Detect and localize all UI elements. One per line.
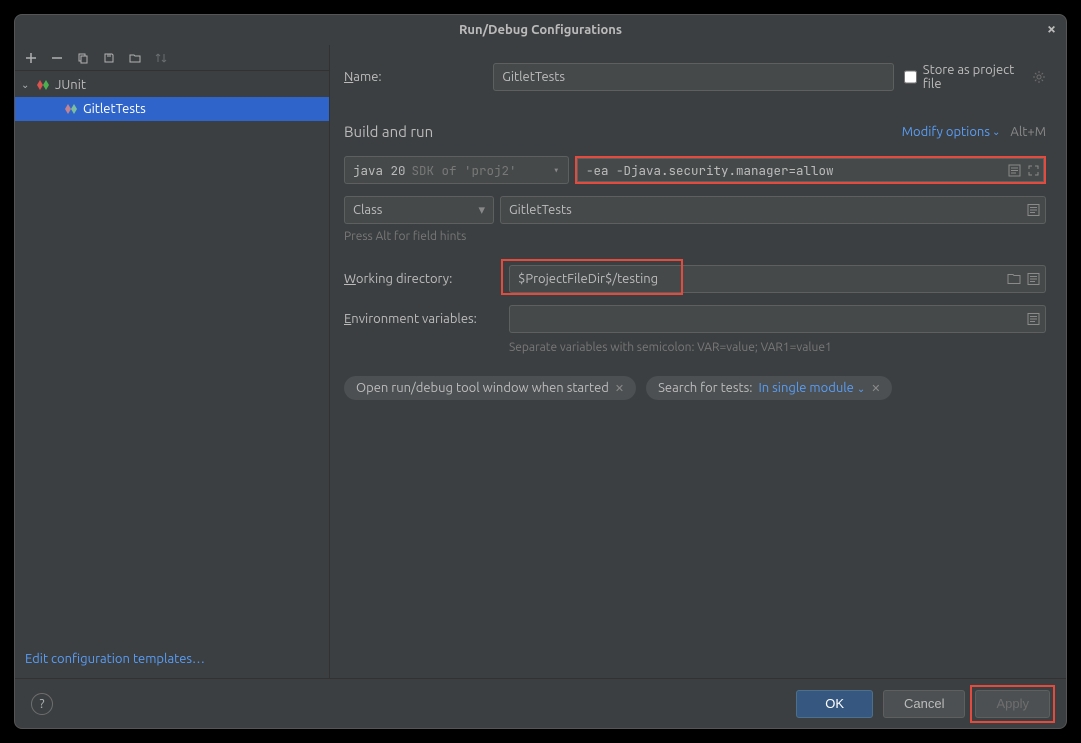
tag-search-tests[interactable]: Search for tests: In single module ⌄ ✕ (646, 376, 892, 400)
test-kind-select[interactable]: Class ▾ (344, 196, 494, 224)
env-vars-input[interactable] (509, 305, 1046, 333)
search-scope-link[interactable]: In single module ⌄ (758, 381, 865, 395)
save-icon[interactable] (101, 50, 117, 66)
caret-down-icon: ▾ (552, 162, 560, 179)
tree-item-label: GitletTests (83, 102, 146, 116)
junit-icon (63, 101, 79, 117)
sidebar: ⌄ JUnit GitletTests Edit configuration t… (15, 45, 330, 678)
vm-options-input[interactable] (577, 158, 1044, 182)
vm-options-highlight (575, 156, 1046, 184)
caret-down-icon: ▾ (478, 203, 485, 218)
run-debug-configurations-dialog: Run/Debug Configurations × ⌄ JUnit (14, 14, 1067, 729)
tag-open-tool-window[interactable]: Open run/debug tool window when started … (344, 376, 636, 400)
dialog-footer: ? OK Cancel Apply (15, 678, 1066, 728)
tree-item-gitlettests[interactable]: GitletTests (15, 97, 329, 121)
expand-field-icon[interactable] (1027, 204, 1040, 217)
store-checkbox[interactable] (904, 70, 917, 84)
edit-templates-link[interactable]: Edit configuration templates… (25, 652, 205, 666)
gear-icon[interactable] (1032, 70, 1046, 84)
folder-icon[interactable] (127, 50, 143, 66)
junit-icon (35, 77, 51, 93)
help-icon[interactable]: ? (31, 693, 53, 715)
config-form: Name: Store as project file Build and ru… (330, 45, 1066, 678)
fullscreen-icon[interactable] (1027, 164, 1040, 177)
remove-icon[interactable] (49, 50, 65, 66)
browse-folder-icon[interactable] (1007, 273, 1021, 286)
remove-tag-icon[interactable]: ✕ (615, 382, 624, 395)
expand-field-icon[interactable] (1008, 164, 1021, 177)
dialog-title: Run/Debug Configurations (459, 23, 622, 37)
modify-options-link[interactable]: Modify options ⌄ (902, 125, 1001, 139)
store-as-project-file[interactable]: Store as project file (904, 63, 1046, 91)
wd-label: Working directory: (344, 272, 499, 286)
chevron-down-icon: ⌄ (857, 383, 865, 394)
tree-category-junit[interactable]: ⌄ JUnit (15, 73, 329, 97)
add-icon[interactable] (23, 50, 39, 66)
modify-shortcut-hint: Alt+M (1010, 125, 1046, 139)
sort-icon[interactable] (153, 50, 169, 66)
working-directory-input[interactable] (509, 265, 1046, 293)
apply-button[interactable]: Apply (975, 690, 1050, 718)
expand-field-icon[interactable] (1027, 273, 1040, 286)
name-label: Name: (344, 70, 483, 84)
config-tree: ⌄ JUnit GitletTests (15, 71, 329, 640)
titlebar: Run/Debug Configurations × (15, 15, 1066, 45)
name-input[interactable] (493, 63, 894, 91)
ok-button[interactable]: OK (796, 690, 873, 718)
chevron-down-icon: ⌄ (21, 79, 31, 91)
tree-category-label: JUnit (55, 78, 86, 92)
remove-tag-icon[interactable]: ✕ (871, 382, 880, 395)
close-icon[interactable]: × (1047, 20, 1056, 38)
env-label: Environment variables: (344, 312, 499, 326)
config-toolbar (15, 45, 329, 71)
test-class-input[interactable] (500, 196, 1046, 224)
expand-field-icon[interactable] (1027, 313, 1040, 326)
field-hint: Press Alt for field hints (344, 230, 1046, 243)
cancel-button[interactable]: Cancel (883, 690, 965, 718)
copy-icon[interactable] (75, 50, 91, 66)
sdk-select[interactable]: java 20 SDK of 'proj2' ▾ (344, 156, 569, 184)
apply-highlight-box: Apply (970, 685, 1055, 723)
build-run-section-title: Build and run (344, 123, 433, 140)
chevron-down-icon: ⌄ (992, 126, 1000, 138)
env-hint: Separate variables with semicolon: VAR=v… (509, 341, 1046, 354)
